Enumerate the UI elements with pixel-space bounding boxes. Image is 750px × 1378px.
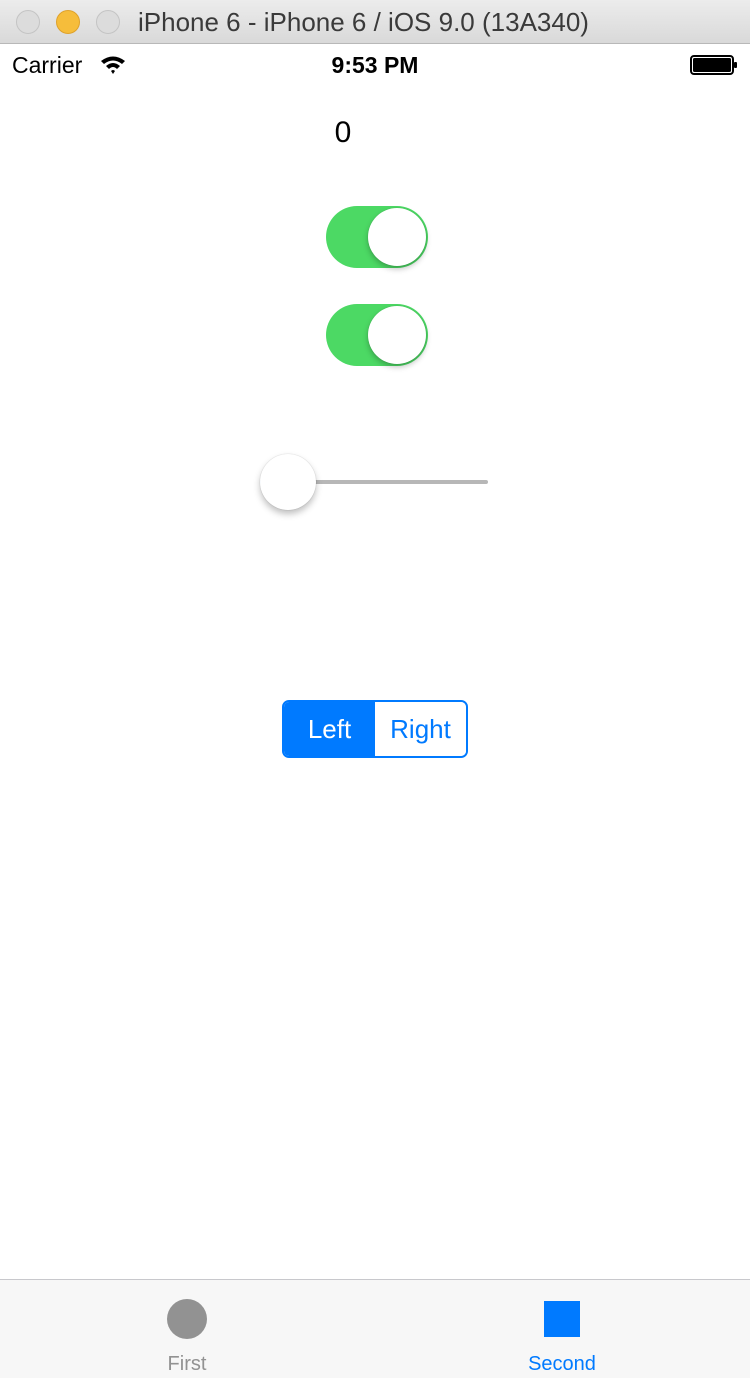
segmented-control: Left Right (282, 700, 468, 758)
segment-right[interactable]: Right (375, 702, 466, 756)
slider-track (288, 480, 488, 484)
tab-second[interactable]: Second (472, 1280, 652, 1378)
switch-knob (368, 306, 426, 364)
status-bar: Carrier 9:53 PM (0, 44, 750, 86)
switch-knob (368, 208, 426, 266)
toggle-switch-1[interactable] (326, 206, 428, 268)
tab-label-second: Second (528, 1353, 596, 1375)
simulator-title-bar: iPhone 6 - iPhone 6 / iOS 9.0 (13A340) (0, 0, 750, 44)
window-zoom-button[interactable] (96, 10, 120, 34)
slider-thumb[interactable] (260, 454, 316, 510)
tab-first[interactable]: First (97, 1280, 277, 1378)
window-title: iPhone 6 - iPhone 6 / iOS 9.0 (13A340) (138, 7, 589, 37)
value-label: 0 (334, 116, 352, 149)
status-time: 9:53 PM (331, 52, 419, 78)
segment-left[interactable]: Left (284, 702, 375, 756)
window-minimize-button[interactable] (56, 10, 80, 34)
circle-icon (167, 1299, 207, 1339)
battery-icon (690, 55, 737, 75)
tab-label-first: First (167, 1353, 207, 1375)
square-icon (544, 1301, 580, 1337)
window-close-button[interactable] (16, 10, 40, 34)
tab-bar: First Second (0, 1279, 750, 1378)
toggle-switch-2[interactable] (326, 304, 428, 366)
value-slider[interactable] (260, 454, 490, 510)
